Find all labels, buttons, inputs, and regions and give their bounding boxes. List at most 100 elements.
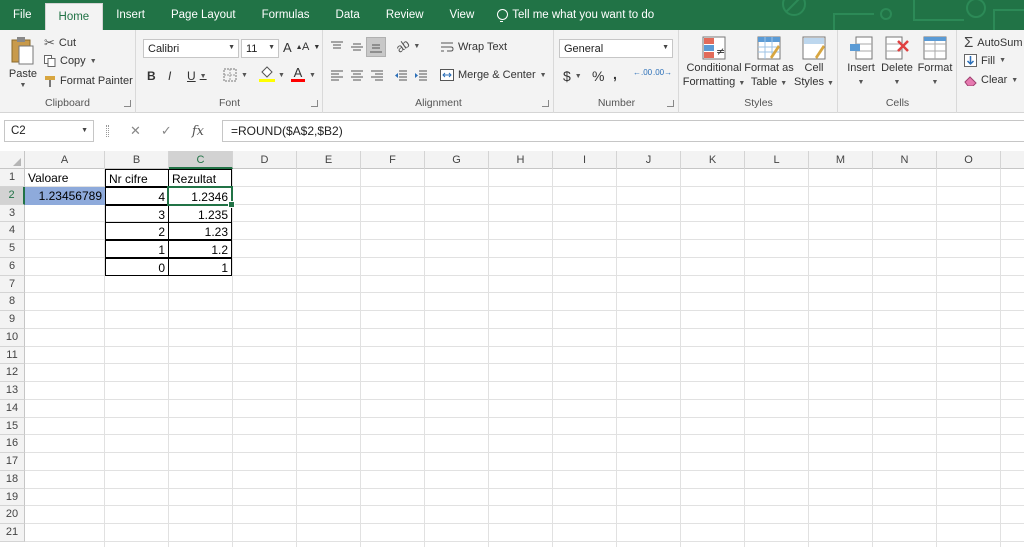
decrease-decimal-button[interactable]: .00→ xyxy=(653,69,672,77)
delete-cells-button[interactable]: Delete ▼ xyxy=(879,35,915,89)
align-right-icon[interactable] xyxy=(370,70,384,82)
bold-button[interactable]: B xyxy=(147,69,156,83)
merge-center-dropdown-icon[interactable]: ▼ xyxy=(540,72,547,79)
row-header-3[interactable]: 3 xyxy=(0,204,25,223)
paste-dropdown-icon[interactable]: ▼ xyxy=(20,82,27,89)
comma-button[interactable]: , xyxy=(613,66,617,82)
conditional-formatting-button[interactable]: ≠ Conditional Formatting ▼ xyxy=(683,35,745,90)
column-header-n[interactable]: N xyxy=(873,151,937,169)
cell-c3[interactable]: 1.235 xyxy=(168,204,232,223)
column-header-m[interactable]: M xyxy=(809,151,873,169)
currency-button[interactable]: $ ▼ xyxy=(563,68,582,84)
fill-button[interactable]: Fill ▼ xyxy=(964,54,1006,67)
cells-area[interactable]: Valoare Nr cifre Rezultat 1.23456789 4 1… xyxy=(25,169,1024,547)
insert-cells-button[interactable]: Insert ▼ xyxy=(843,35,879,89)
cell-b6[interactable]: 0 xyxy=(105,257,169,276)
column-header-l[interactable]: L xyxy=(745,151,809,169)
copy-dropdown-icon[interactable]: ▼ xyxy=(90,58,97,65)
select-all-button[interactable] xyxy=(0,151,25,169)
underline-button[interactable]: U ▼ xyxy=(187,69,207,83)
row-header-7[interactable]: 7 xyxy=(0,275,25,294)
row-header-1[interactable]: 1 xyxy=(0,169,25,187)
row-header-14[interactable]: 14 xyxy=(0,399,25,418)
cell-b5[interactable]: 1 xyxy=(105,240,169,258)
column-header-d[interactable]: D xyxy=(233,151,297,169)
font-color-button[interactable]: A xyxy=(291,66,305,82)
orientation-button[interactable]: ab ▼ xyxy=(393,36,420,55)
column-header-c[interactable]: C xyxy=(169,151,233,169)
name-box[interactable]: C2 ▼ xyxy=(4,120,94,142)
row-header-21[interactable]: 21 xyxy=(0,524,25,542)
cell-c1[interactable]: Rezultat xyxy=(168,169,232,187)
tab-formulas[interactable]: Formulas xyxy=(249,0,323,30)
format-painter-button[interactable]: Format Painter xyxy=(44,75,133,87)
number-launcher-icon[interactable] xyxy=(667,100,674,107)
tab-page-layout[interactable]: Page Layout xyxy=(158,0,249,30)
format-cells-button[interactable]: Format ▼ xyxy=(917,35,953,89)
cell-a2[interactable]: 1.23456789 xyxy=(25,186,105,205)
cell-c2[interactable]: 1.2346 xyxy=(168,186,232,205)
row-header-17[interactable]: 17 xyxy=(0,453,25,471)
tab-data[interactable]: Data xyxy=(323,0,373,30)
increase-decimal-button[interactable]: ←.00 xyxy=(633,69,652,77)
top-align-icon[interactable] xyxy=(330,41,344,53)
shrink-font-button[interactable]: A ▼ xyxy=(302,41,320,53)
fill-color-dropdown-icon[interactable]: ▼ xyxy=(278,72,285,79)
row-header-18[interactable]: 18 xyxy=(0,470,25,489)
row-header-9[interactable]: 9 xyxy=(0,311,25,329)
row-header-5[interactable]: 5 xyxy=(0,240,25,258)
borders-button[interactable]: ▼ xyxy=(223,68,248,82)
cell-c4[interactable]: 1.23 xyxy=(168,222,232,241)
column-header-i[interactable]: I xyxy=(553,151,617,169)
formula-bar-splitter[interactable] xyxy=(106,125,109,137)
row-header-20[interactable]: 20 xyxy=(0,506,25,524)
cell-a1[interactable]: Valoare xyxy=(25,169,105,187)
tell-me-box[interactable]: Tell me what you want to do xyxy=(487,0,654,30)
font-size-select[interactable]: 11 ▼ xyxy=(241,39,279,58)
column-header-j[interactable]: J xyxy=(617,151,681,169)
row-header-4[interactable]: 4 xyxy=(0,222,25,240)
row-header-11[interactable]: 11 xyxy=(0,346,25,365)
middle-align-icon[interactable] xyxy=(350,41,364,53)
row-header-19[interactable]: 19 xyxy=(0,488,25,507)
row-header-16[interactable]: 16 xyxy=(0,435,25,453)
merge-center-button[interactable]: Merge & Center ▼ xyxy=(440,69,547,81)
enter-icon[interactable]: ✓ xyxy=(161,123,172,139)
paste-button[interactable]: Paste ▼ xyxy=(6,36,40,89)
cell-b3[interactable]: 3 xyxy=(105,204,169,223)
row-header-12[interactable]: 12 xyxy=(0,364,25,382)
decrease-indent-icon[interactable] xyxy=(394,70,408,82)
alignment-launcher-icon[interactable] xyxy=(542,100,549,107)
column-header-a[interactable]: A xyxy=(25,151,105,169)
clear-button[interactable]: Clear ▼ xyxy=(964,74,1018,86)
font-name-select[interactable]: Calibri ▼ xyxy=(143,39,239,58)
cell-b1[interactable]: Nr cifre xyxy=(105,169,169,187)
font-launcher-icon[interactable] xyxy=(311,100,318,107)
row-header-15[interactable]: 15 xyxy=(0,417,25,436)
fill-color-button[interactable] xyxy=(259,66,275,82)
tab-home[interactable]: Home xyxy=(44,3,104,30)
column-header-h[interactable]: H xyxy=(489,151,553,169)
autosum-button[interactable]: Σ AutoSum xyxy=(964,34,1023,51)
column-header-o[interactable]: O xyxy=(937,151,1001,169)
row-header-10[interactable]: 10 xyxy=(0,328,25,347)
italic-button[interactable]: I xyxy=(168,69,171,83)
column-header-k[interactable]: K xyxy=(681,151,745,169)
number-format-select[interactable]: General ▼ xyxy=(559,39,673,58)
align-left-icon[interactable] xyxy=(330,70,344,82)
bottom-align-button[interactable] xyxy=(366,37,386,57)
cut-button[interactable]: ✂ Cut xyxy=(44,35,76,51)
cell-b4[interactable]: 2 xyxy=(105,222,169,241)
column-header-b[interactable]: B xyxy=(105,151,169,169)
increase-indent-icon[interactable] xyxy=(414,70,428,82)
font-color-dropdown-icon[interactable]: ▼ xyxy=(309,72,316,79)
grow-font-button[interactable]: A ▲ xyxy=(283,40,303,55)
align-center-icon[interactable] xyxy=(350,70,364,82)
column-header-f[interactable]: F xyxy=(361,151,425,169)
row-header-8[interactable]: 8 xyxy=(0,293,25,311)
insert-function-icon[interactable]: fx xyxy=(192,124,204,139)
format-as-table-button[interactable]: Format as Table ▼ xyxy=(744,35,794,90)
tab-view[interactable]: View xyxy=(437,0,488,30)
row-header-13[interactable]: 13 xyxy=(0,382,25,400)
name-box-dropdown-icon[interactable]: ▼ xyxy=(81,127,88,134)
